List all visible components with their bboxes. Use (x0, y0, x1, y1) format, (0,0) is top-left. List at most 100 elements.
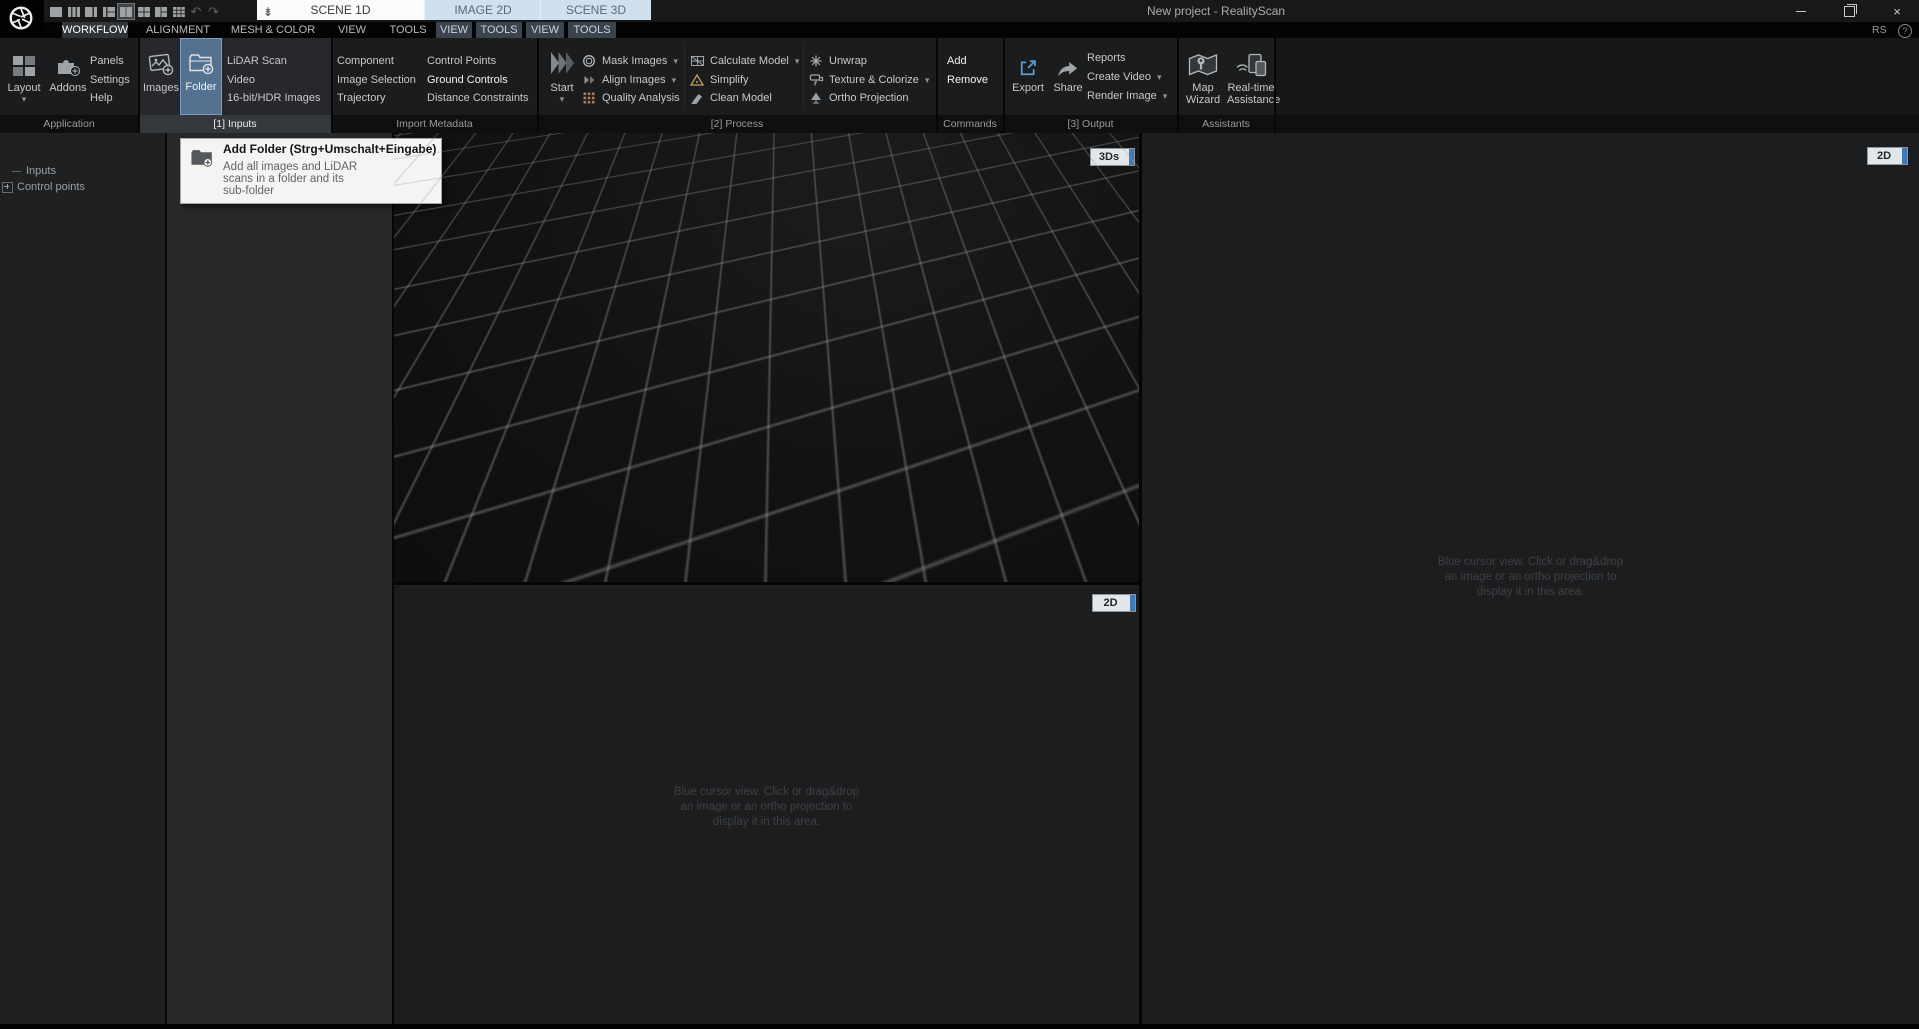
tab-tools[interactable]: TOOLS (386, 22, 430, 38)
share-icon (1048, 40, 1088, 78)
add-images-button[interactable]: Images (142, 40, 180, 113)
dropdown-icon[interactable] (1163, 89, 1168, 103)
component-button[interactable]: Component (337, 54, 394, 68)
group-separator (331, 38, 333, 133)
layout-two-columns-icon[interactable] (117, 3, 135, 20)
share-button[interactable]: Share (1048, 40, 1088, 113)
user-badge[interactable]: RS (1872, 24, 1887, 36)
layout-left-wide-icon[interactable] (83, 4, 99, 19)
viewport-type-badge-2d[interactable]: 2D (1092, 594, 1136, 612)
tab-ctx-view-1[interactable]: VIEW (436, 22, 472, 38)
panel-splitter[interactable] (1139, 133, 1142, 1024)
image-selection-button[interactable]: Image Selection (337, 73, 416, 87)
clean-model-button[interactable]: Clean Model (690, 91, 772, 105)
expand-plus-icon[interactable] (2, 181, 13, 193)
viewport-badge-blue-strip[interactable] (1130, 595, 1135, 611)
layout-grid-2x2-icon[interactable] (136, 4, 152, 19)
panels-button[interactable]: Panels (90, 54, 124, 68)
dropdown-icon[interactable] (925, 73, 930, 87)
tab-image-2d[interactable]: IMAGE 2D (424, 0, 541, 20)
map-wizard-button[interactable]: Map Wizard (1181, 40, 1225, 113)
layout-three-columns-icon[interactable] (66, 4, 82, 19)
start-button[interactable]: Start (544, 40, 580, 113)
create-video-button[interactable]: Create Video (1087, 70, 1162, 84)
settings-button[interactable]: Settings (90, 73, 130, 87)
dropdown-icon[interactable] (795, 54, 800, 68)
dropdown-icon[interactable] (1157, 70, 1162, 84)
group-label-inputs[interactable]: [1] Inputs (139, 115, 331, 133)
help-button[interactable]: Help (90, 91, 113, 105)
addons-button[interactable]: Addons (46, 40, 90, 113)
viewport-type-badge-2d-right-label: 2D (1876, 150, 1892, 162)
tree-item-control-points[interactable]: Control points (2, 180, 85, 194)
trajectory-button[interactable]: Trajectory (337, 91, 386, 105)
dropdown-icon[interactable] (672, 73, 677, 87)
maximize-button[interactable] (1834, 0, 1864, 22)
hdr-images-button[interactable]: 16-bit/HDR Images (227, 91, 321, 105)
tab-ctx-tools-1[interactable]: TOOLS (476, 22, 522, 38)
remove-command-button[interactable]: Remove (947, 73, 988, 87)
tab-view[interactable]: VIEW (334, 22, 370, 38)
lidar-scan-button[interactable]: LiDAR Scan (227, 54, 287, 68)
tab-scene-3d[interactable]: SCENE 3D (540, 0, 651, 20)
app-logo[interactable] (0, 0, 44, 38)
distance-constraints-button[interactable]: Distance Constraints (427, 91, 529, 105)
calculate-model-button[interactable]: Calculate Model (690, 54, 799, 68)
realtime-assistance-button[interactable]: Real-time Assistance (1227, 40, 1280, 113)
render-image-button[interactable]: Render Image (1087, 89, 1167, 103)
panel-splitter[interactable] (165, 133, 167, 1024)
empty-viewport-hint: Blue cursor view. Click or drag&drop an … (673, 786, 860, 828)
mask-images-button[interactable]: Mask Images (582, 54, 678, 68)
scene-3d-viewport[interactable]: 3Ds (394, 133, 1139, 582)
quality-analysis-button[interactable]: Quality Analysis (582, 91, 680, 105)
video-button[interactable]: Video (227, 73, 255, 87)
close-button[interactable]: × (1882, 0, 1912, 22)
collapse-ribbon-icon[interactable]: ⇟ (263, 2, 273, 22)
tab-alignment[interactable]: ALIGNMENT (140, 22, 216, 38)
realityscan-window: New project - RealityScan × ↶ ↷ ⇟ SCENE … (0, 0, 1919, 1029)
images-1d-panel[interactable] (167, 133, 392, 1024)
panel-splitter[interactable] (392, 133, 394, 1024)
layout-single-icon[interactable] (48, 4, 64, 19)
right-2d-viewport[interactable]: 2D Blue cursor view. Click or drag&drop … (1142, 133, 1919, 1024)
tab-mesh-color[interactable]: MESH & COLOR (228, 22, 318, 38)
unwrap-button[interactable]: Unwrap (809, 54, 867, 68)
panel-splitter[interactable] (394, 582, 1139, 585)
unwrap-icon (809, 54, 824, 68)
layout-button[interactable]: Layout (2, 40, 46, 113)
layout-icon (2, 40, 46, 78)
tree-item-inputs[interactable]: Inputs (12, 164, 56, 178)
viewport-badge-blue-strip[interactable] (1902, 148, 1907, 164)
ortho-projection-button[interactable]: Ortho Projection (809, 91, 908, 105)
ribbon-empty-area (1276, 38, 1919, 115)
help-icon[interactable]: ? (1898, 24, 1912, 38)
minimize-button[interactable] (1786, 0, 1816, 22)
undo-icon[interactable]: ↶ (188, 4, 204, 19)
tab-ctx-tools-2[interactable]: TOOLS (568, 22, 616, 38)
tab-workflow[interactable]: WORKFLOW (62, 22, 128, 38)
control-points-button[interactable]: Control Points (427, 54, 496, 68)
tree-item-control-points-label: Control points (17, 181, 85, 193)
redo-icon[interactable]: ↷ (206, 4, 222, 19)
tab-scene-3d-label: SCENE 3D (565, 3, 627, 17)
reports-button[interactable]: Reports (1087, 51, 1126, 65)
export-button[interactable]: Export (1008, 40, 1048, 113)
layout-right-split-icon[interactable] (101, 4, 117, 19)
layout-left-tall-icon[interactable] (153, 4, 169, 19)
add-folder-button[interactable]: Folder (180, 38, 222, 115)
simplify-button[interactable]: Simplify (690, 73, 749, 87)
align-images-button[interactable]: Align Images (582, 73, 676, 87)
column-divider (684, 44, 685, 108)
viewport-type-badge-2d-right[interactable]: 2D (1867, 147, 1908, 165)
add-command-button[interactable]: Add (947, 54, 967, 68)
dropdown-icon[interactable] (673, 54, 678, 68)
group-separator (537, 38, 539, 133)
tab-scene-1d[interactable]: ⇟ SCENE 1D (257, 0, 424, 20)
ground-controls-button[interactable]: Ground Controls (427, 73, 508, 87)
image-2d-viewport[interactable]: 2D Blue cursor view. Click or drag&drop … (394, 585, 1139, 1024)
viewport-badge-blue-strip[interactable] (1129, 149, 1134, 165)
layout-grid-3x3-icon[interactable] (171, 4, 187, 19)
viewport-type-badge-3ds[interactable]: 3Ds (1090, 148, 1135, 166)
texture-colorize-button[interactable]: Texture & Colorize (809, 73, 929, 87)
tab-ctx-view-2[interactable]: VIEW (526, 22, 564, 38)
